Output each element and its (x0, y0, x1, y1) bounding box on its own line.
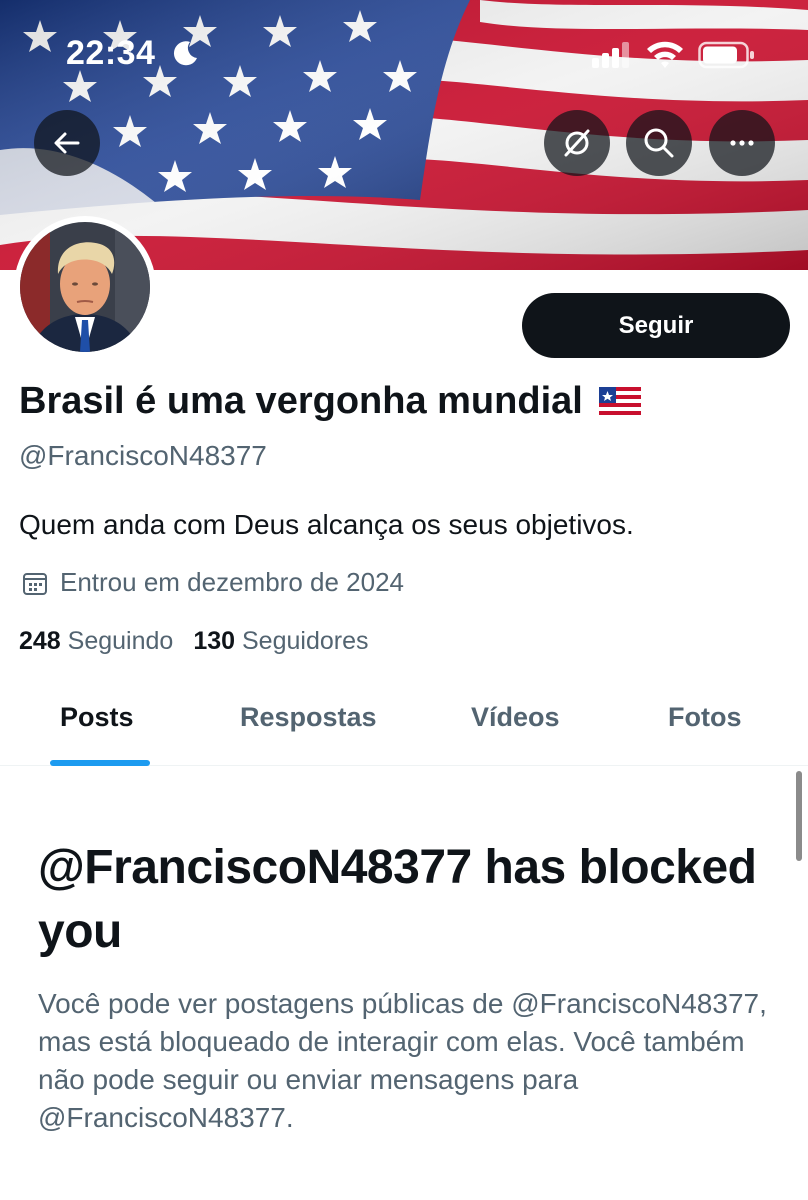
tab-photos[interactable]: Fotos (668, 702, 742, 733)
following-link[interactable]: 248 Seguindo (19, 627, 173, 655)
following-label: Seguindo (67, 627, 174, 655)
translate-button[interactable] (544, 110, 610, 176)
calendar-icon (23, 572, 47, 595)
join-date: Entrou em dezembro de 2024 (19, 567, 404, 598)
signal-icon (592, 42, 629, 68)
blocked-title: @FranciscoN48377 has blocked you (38, 841, 757, 958)
join-date-text: Entrou em dezembro de 2024 (60, 567, 404, 597)
tab-replies[interactable]: Respostas (240, 702, 377, 733)
status-bar: 22:34 (0, 0, 808, 100)
translate-icon (564, 129, 590, 157)
followers-count: 130 (193, 627, 236, 655)
blocked-description: Você pode ver postagens públicas de @Fra… (38, 988, 767, 1133)
profile-tabs: Posts Respostas Vídeos Fotos (0, 690, 808, 766)
back-arrow-icon (54, 132, 80, 154)
following-count: 248 (19, 627, 61, 655)
search-icon (644, 128, 674, 158)
moon-icon (173, 41, 197, 66)
more-button[interactable] (709, 110, 775, 176)
tab-videos[interactable]: Vídeos (471, 702, 560, 733)
display-name: Brasil é uma vergonha mundial (19, 380, 641, 423)
status-time: 22:34 (66, 34, 156, 72)
flag-icon (598, 386, 641, 417)
followers-label: Seguidores (242, 627, 369, 655)
tab-posts[interactable]: Posts (60, 702, 134, 733)
avatar[interactable] (14, 216, 156, 358)
handle: @FranciscoN48377 (19, 440, 267, 471)
back-button[interactable] (34, 110, 100, 176)
bio: Quem anda com Deus alcança os seus objet… (19, 509, 634, 540)
display-name-text: Brasil é uma vergonha mundial (19, 380, 583, 422)
wifi-icon (647, 41, 683, 68)
active-tab-indicator (50, 760, 150, 766)
follow-button[interactable]: Seguir (522, 293, 790, 358)
followers-link[interactable]: 130 Seguidores (193, 627, 368, 655)
profile-photo (20, 222, 150, 352)
follow-counts: 248 Seguindo 130 Seguidores (19, 627, 368, 656)
more-icon (730, 140, 754, 146)
scrollbar[interactable] (796, 771, 802, 861)
search-button[interactable] (626, 110, 692, 176)
battery-icon (698, 41, 754, 69)
